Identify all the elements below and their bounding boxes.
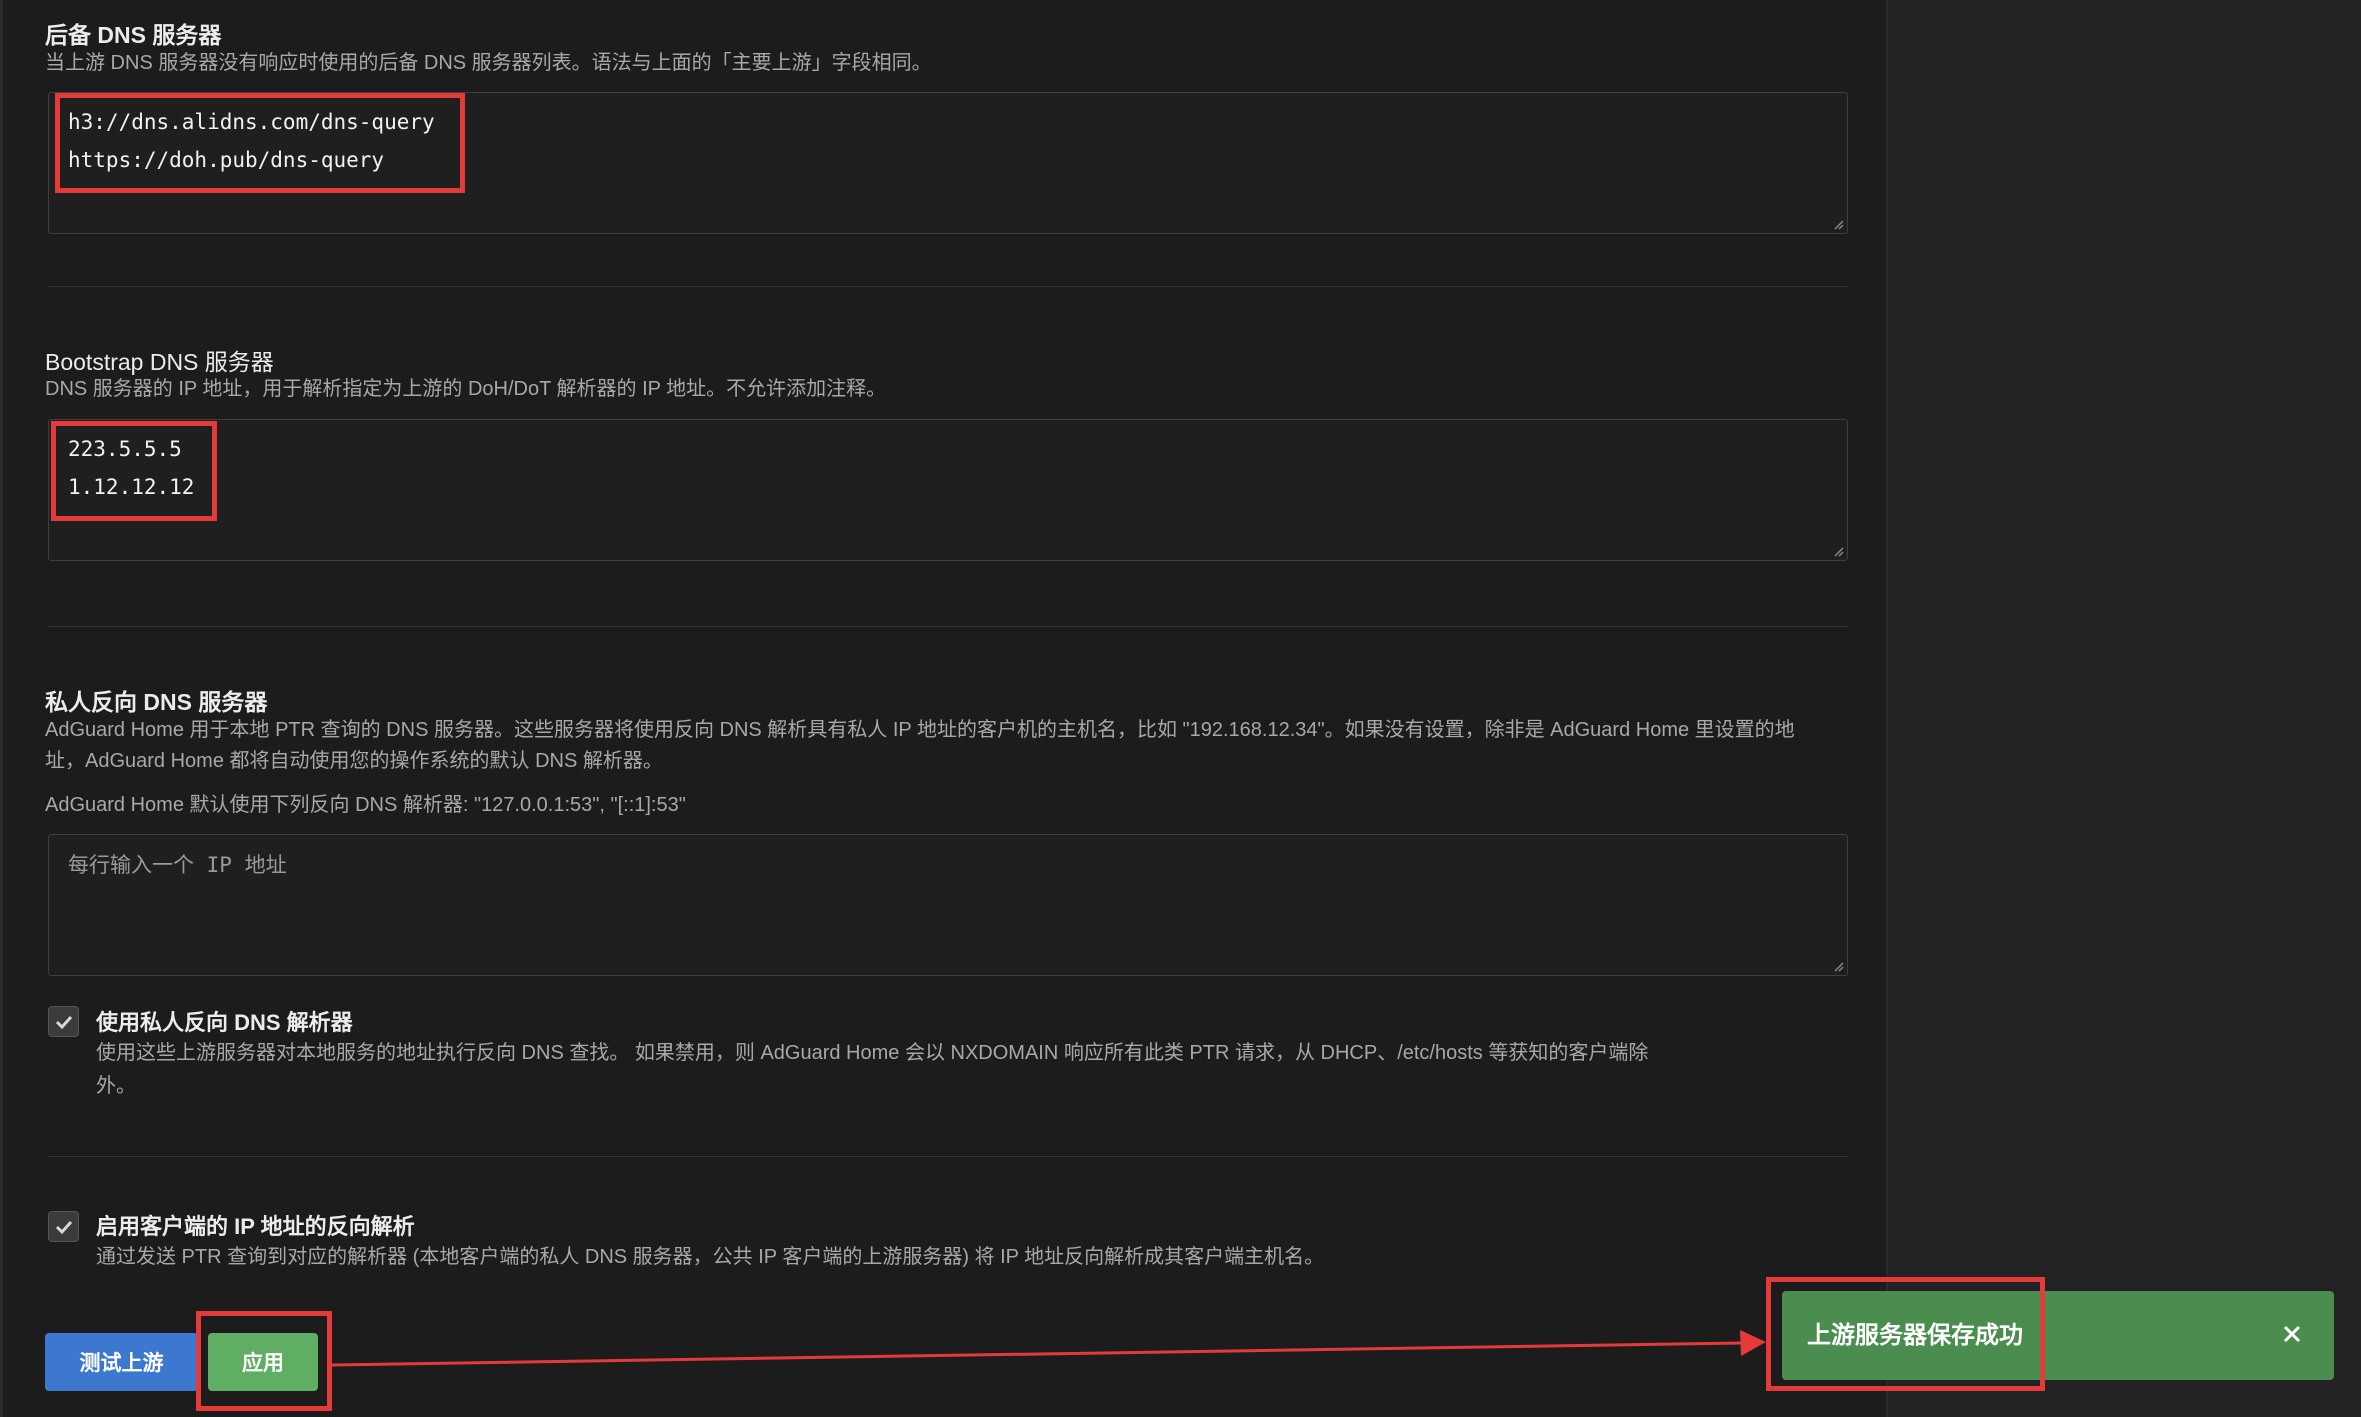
close-icon[interactable] [2280, 1322, 2304, 1346]
divider [48, 286, 1848, 287]
test-upstream-button[interactable]: 测试上游 [45, 1333, 198, 1391]
check-icon [55, 1015, 73, 1030]
fallback-dns-title: 后备 DNS 服务器 [45, 22, 222, 48]
use-private-reverse-description-cont: 外。 [96, 1075, 136, 1097]
private-reverse-dns-title: 私人反向 DNS 服务器 [45, 689, 268, 715]
toast-message: 上游服务器保存成功 [1807, 1322, 2023, 1349]
upstream-settings-panel: 后备 DNS 服务器 当上游 DNS 服务器没有响应时使用的后备 DNS 服务器… [3, 0, 1888, 1417]
private-reverse-dns-description-cont: 址，AdGuard Home 都将自动使用您的操作系统的默认 DNS 解析器。 [45, 750, 663, 772]
resize-grip-icon[interactable] [1832, 960, 1844, 972]
private-reverse-dns-default-note: AdGuard Home 默认使用下列反向 DNS 解析器: "127.0.0.… [45, 794, 686, 816]
enable-client-rdns-checkbox[interactable] [48, 1211, 79, 1242]
private-reverse-dns-textarea[interactable]: 每行输入一个 IP 地址 [48, 834, 1848, 976]
resize-grip-icon[interactable] [1832, 218, 1844, 230]
divider [48, 1156, 1848, 1157]
bootstrap-dns-line: 223.5.5.5 [68, 437, 182, 461]
divider [48, 626, 1848, 627]
fallback-dns-description: 当上游 DNS 服务器没有响应时使用的后备 DNS 服务器列表。语法与上面的「主… [45, 52, 932, 74]
bootstrap-dns-title: Bootstrap DNS 服务器 [45, 349, 274, 375]
use-private-reverse-checkbox[interactable] [48, 1006, 79, 1037]
private-reverse-dns-description: AdGuard Home 用于本地 PTR 查询的 DNS 服务器。这些服务器将… [45, 719, 1795, 741]
bootstrap-dns-line: 1.12.12.12 [68, 475, 195, 499]
enable-client-rdns-description: 通过发送 PTR 查询到对应的解析器 (本地客户端的私人 DNS 服务器，公共 … [96, 1246, 1325, 1268]
use-private-reverse-description: 使用这些上游服务器对本地服务的地址执行反向 DNS 查找。 如果禁用，则 AdG… [96, 1042, 1649, 1064]
enable-client-rdns-label[interactable]: 启用客户端的 IP 地址的反向解析 [96, 1209, 415, 1241]
fallback-dns-line: h3://dns.alidns.com/dns-query [68, 110, 435, 134]
fallback-dns-textarea[interactable]: h3://dns.alidns.com/dns-query https://do… [48, 92, 1848, 234]
apply-button[interactable]: 应用 [208, 1333, 318, 1391]
resize-grip-icon[interactable] [1832, 545, 1844, 557]
use-private-reverse-label[interactable]: 使用私人反向 DNS 解析器 [96, 1005, 353, 1037]
fallback-dns-line: https://doh.pub/dns-query [68, 148, 385, 172]
check-icon [55, 1220, 73, 1235]
bootstrap-dns-description: DNS 服务器的 IP 地址，用于解析指定为上游的 DoH/DoT 解析器的 I… [45, 378, 887, 400]
success-toast: 上游服务器保存成功 [1782, 1291, 2334, 1380]
private-reverse-dns-placeholder: 每行输入一个 IP 地址 [68, 853, 287, 877]
bootstrap-dns-textarea[interactable]: 223.5.5.5 1.12.12.12 [48, 419, 1848, 561]
